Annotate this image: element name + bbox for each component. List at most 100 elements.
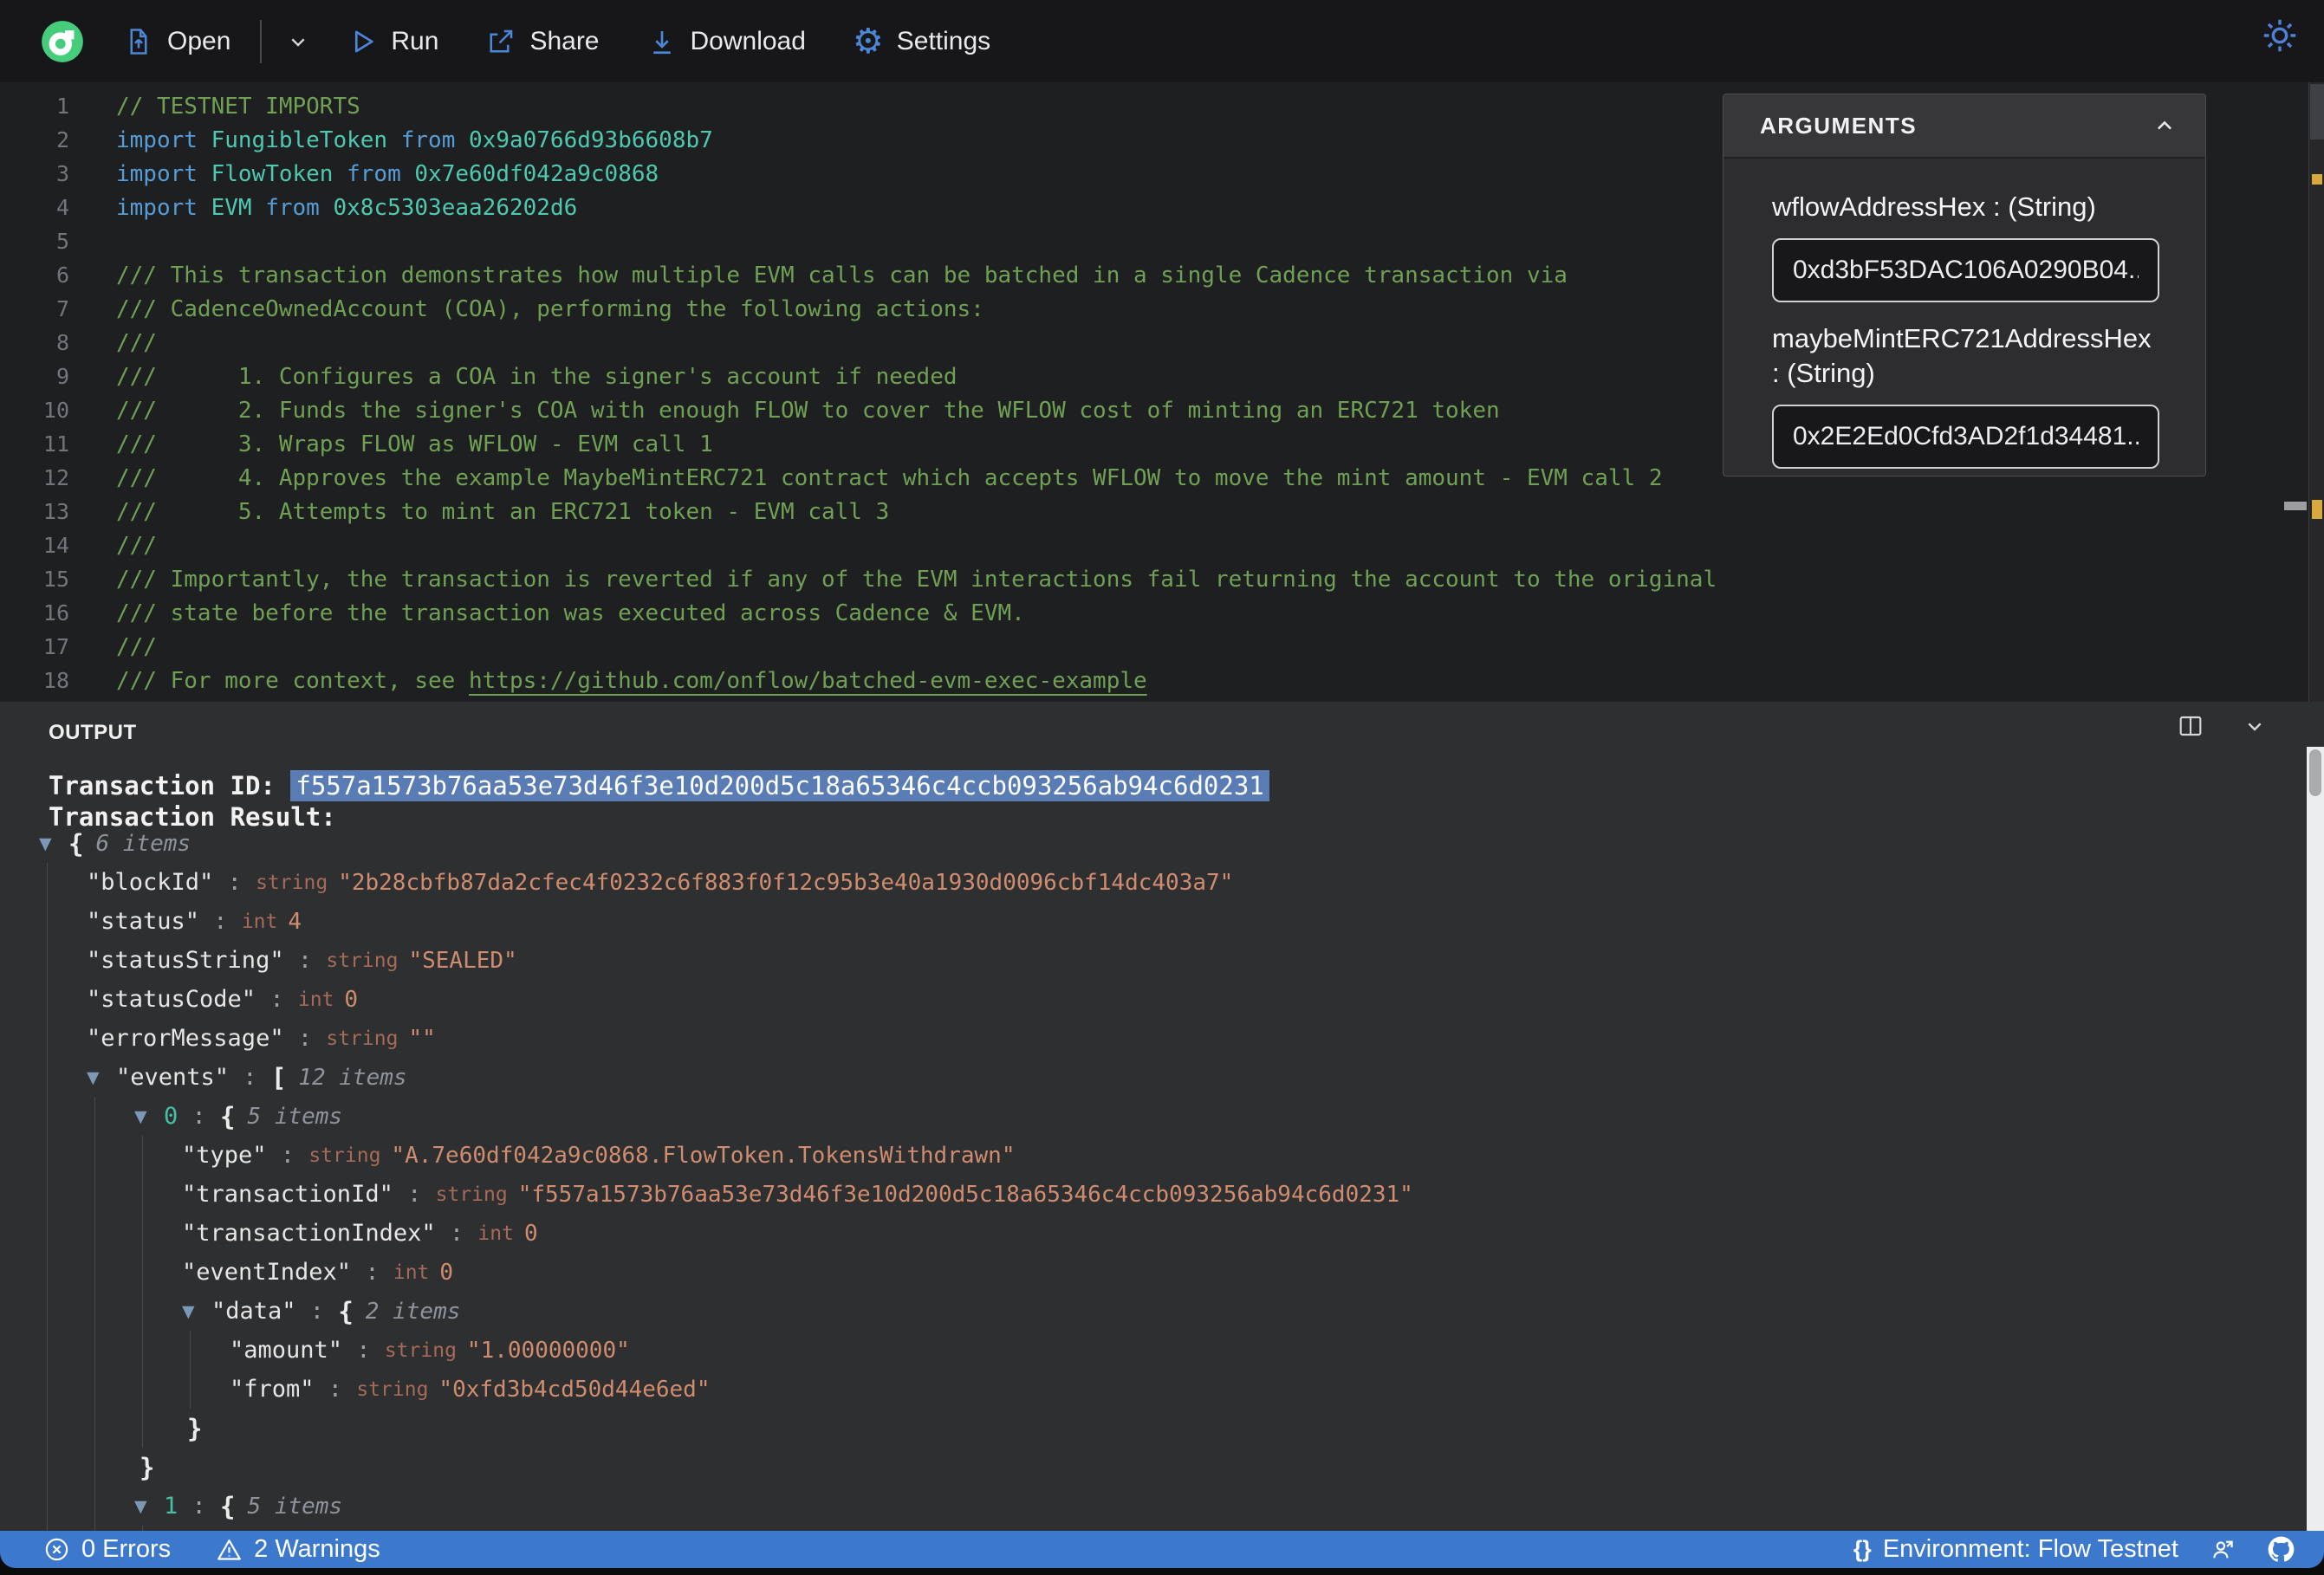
collapse-output-chevron-icon[interactable] (2241, 712, 2269, 740)
arguments-body: wflowAddressHex : (String) maybeMintERC7… (1724, 159, 2205, 469)
json-tree-row: "statusCode" : int 0 (0, 980, 2298, 1019)
line-number: 13 (42, 499, 69, 524)
split-editor-icon[interactable] (2177, 712, 2204, 740)
flow-logo (42, 20, 83, 62)
download-button[interactable]: Download (646, 26, 806, 57)
run-button[interactable]: Run (347, 26, 438, 57)
indent-guide (87, 1292, 134, 1331)
settings-button[interactable]: ⚙ Settings (853, 24, 991, 59)
collapse-arrow-icon[interactable]: ▼ (39, 834, 68, 853)
indent-guide (39, 1253, 87, 1292)
indent-guide (87, 1175, 134, 1214)
code-text: /// 2. Funds the signer's COA with enoug… (116, 397, 1500, 424)
indent-guide (87, 1253, 134, 1292)
json-tree-row: "from" : string "0xfd3b4cd50d44e6ed" (0, 1370, 2298, 1409)
indent-guide (182, 1370, 230, 1409)
transaction-id-value[interactable]: f557a1573b76aa53e73d46f3e10d200d5c18a653… (290, 770, 1269, 801)
errors-status[interactable]: 0 Errors (43, 1531, 171, 1568)
warning-marker (2312, 174, 2322, 185)
indent-guide (39, 1409, 87, 1448)
indent-guide (39, 1058, 87, 1097)
indent-guide (87, 1136, 134, 1175)
code-text: /// 4. Approves the example MaybeMintERC… (116, 464, 1663, 491)
download-label: Download (690, 26, 806, 55)
json-tree-row: ▼ 1 : {5 items (0, 1487, 2298, 1526)
indent-guide (87, 1097, 134, 1136)
warnings-status[interactable]: 2 Warnings (216, 1531, 380, 1568)
argument-label: maybeMintERC721AddressHex : (String) (1772, 323, 2152, 388)
line-number: 6 (55, 262, 69, 288)
line-number: 11 (42, 431, 69, 457)
code-line: 17 /// (0, 630, 2324, 664)
code-text: import EVM from 0x8c5303eaa26202d6 (116, 194, 578, 221)
github-button[interactable] (2268, 1531, 2295, 1568)
argument-label: wflowAddressHex : (String) (1772, 191, 2096, 222)
feedback-button[interactable] (2210, 1531, 2236, 1568)
download-icon (652, 30, 671, 54)
collapse-arrow-icon[interactable]: ▼ (182, 1302, 211, 1321)
open-button[interactable]: Open (123, 26, 230, 57)
argument-input-maybemint[interactable] (1772, 405, 2159, 469)
line-number: 7 (55, 296, 69, 321)
json-tree: ▼{6 items "blockId" : string "2b28cbfb87da… (0, 824, 2298, 1531)
line-number: 9 (55, 364, 69, 389)
collapse-arrow-icon[interactable]: ▼ (134, 1107, 164, 1126)
braces-icon: {} (1853, 1536, 1872, 1562)
open-recent-dropdown[interactable] (284, 28, 312, 55)
output-scrollbar[interactable] (2307, 747, 2324, 1531)
code-text: /// (116, 532, 157, 559)
json-tree-row: ▼ "events" : [12 items (0, 1058, 2298, 1097)
output-scrollbar-thumb[interactable] (2309, 749, 2321, 796)
code-text: /// (116, 633, 157, 660)
indent-guide (39, 902, 87, 941)
status-bar: 0 Errors 2 Warnings {} Environment: Flow… (0, 1531, 2324, 1568)
indent-guide (39, 1019, 87, 1058)
json-tree-row: "type" : string"A.7e60df042a9c0868.FlowT… (0, 1136, 2298, 1175)
editor-scrollbar[interactable] (2308, 82, 2324, 702)
indent-guide (87, 1409, 134, 1448)
settings-label: Settings (896, 26, 991, 55)
indent-guide (39, 1292, 87, 1331)
transaction-id-label: Transaction ID: (49, 771, 291, 800)
argument-input-wflow[interactable] (1772, 238, 2159, 302)
line-number: 2 (55, 127, 69, 152)
indent-guide (87, 1448, 134, 1487)
code-text: // TESTNET IMPORTS (116, 93, 360, 120)
indent-guide (39, 1331, 87, 1370)
json-tree-row: ▼ "data" : {2 items (0, 1292, 2298, 1331)
code-line: 13 /// 5. Attempts to mint an ERC721 toke… (0, 495, 2324, 528)
code-text: import FlowToken from 0x7e60df042a9c0868 (116, 160, 659, 187)
code-text: /// For more context, see https://github… (116, 667, 1147, 694)
code-text: /// This transaction demonstrates how mu… (116, 262, 1568, 288)
warning-marker (2312, 500, 2322, 519)
open-label: Open (167, 26, 231, 55)
github-icon (2268, 1536, 2295, 1562)
code-text: /// CadenceOwnedAccount (COA), performin… (116, 295, 984, 322)
arguments-panel-header[interactable]: ARGUMENTS (1724, 94, 2205, 159)
collapse-arrow-icon[interactable]: ▼ (87, 1068, 116, 1087)
json-tree-row: } (0, 1409, 2298, 1448)
indent-guide (39, 941, 87, 980)
environment-selector[interactable]: {} Environment: Flow Testnet (1853, 1531, 2178, 1568)
code-text: /// 3. Wraps FLOW as WFLOW - EVM call 1 (116, 431, 713, 457)
indent-guide (39, 1370, 87, 1409)
line-number: 4 (55, 195, 69, 220)
editor-scrollbar-thumb[interactable] (2310, 84, 2324, 139)
chevron-up-icon[interactable] (2150, 111, 2179, 140)
line-number: 3 (55, 161, 69, 186)
warnings-count: 2 Warnings (254, 1535, 380, 1563)
indent-guide (134, 1136, 182, 1175)
play-icon (355, 30, 373, 52)
indent-guide (39, 1448, 87, 1487)
json-tree-row: "eventIndex" : int 0 (0, 1253, 2298, 1292)
collapse-arrow-icon[interactable]: ▼ (134, 1497, 164, 1516)
json-tree-row: ▼ 0 : {5 items (0, 1097, 2298, 1136)
indent-guide (87, 1214, 134, 1253)
share-button[interactable]: Share (485, 26, 600, 57)
indent-guide (87, 1331, 134, 1370)
theme-toggle-button[interactable] (2260, 16, 2300, 55)
indent-guide (134, 1175, 182, 1214)
line-number: 8 (55, 330, 69, 355)
indent-guide (134, 1331, 182, 1370)
json-tree-row: "blockId" : string "2b28cbfb87da2cfec4f02… (0, 863, 2298, 902)
